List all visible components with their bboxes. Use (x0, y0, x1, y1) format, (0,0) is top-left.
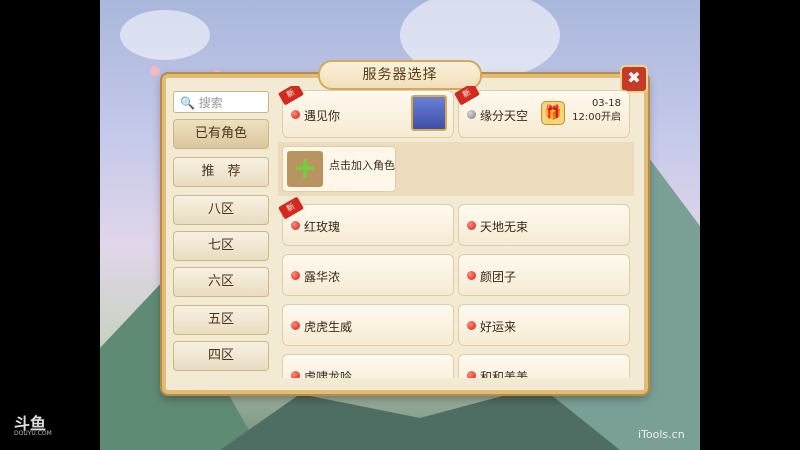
open-date: 03-18 (591, 98, 621, 109)
server-card[interactable]: 新 红玫瑰 (278, 196, 454, 246)
sidebar-item-label: 六区 (207, 274, 234, 289)
server-name: 好运来 (480, 320, 517, 334)
douyu-url: DOUYU.COM (14, 430, 52, 437)
server-name: 颜团子 (480, 270, 517, 284)
status-dot-icon (291, 110, 300, 119)
server-name: 和和美美 (480, 370, 529, 378)
status-dot-icon (291, 271, 300, 280)
status-dot-icon (467, 371, 476, 378)
status-dot-icon (467, 271, 476, 280)
server-name: 虎啸龙吟 (304, 370, 353, 378)
server-card[interactable]: 和和美美 (458, 354, 630, 378)
status-dot-icon (291, 371, 300, 378)
sidebar-item-label: 八区 (207, 202, 234, 217)
add-role-label: 点击加入角色 (329, 159, 395, 172)
cloud (120, 10, 210, 60)
sidebar-item-label: 五区 (207, 312, 234, 327)
sidebar-item-recommended[interactable]: 推 荐 (173, 157, 269, 187)
server-card[interactable]: 颜团子 (458, 254, 630, 296)
sidebar-item-label: 七区 (207, 238, 234, 253)
itools-watermark: iTools.cn (638, 428, 685, 441)
character-avatar (411, 95, 447, 131)
add-role-button[interactable]: + 点击加入角色 (282, 146, 396, 192)
sidebar-item-label: 推 荐 (201, 164, 241, 179)
server-name: 缘分天空 (480, 109, 529, 123)
sidebar-item-label: 四区 (207, 348, 234, 363)
new-badge: 新 (453, 86, 481, 106)
server-card[interactable]: 好运来 (458, 304, 630, 346)
new-badge: 新 (278, 86, 305, 106)
server-name: 红玫瑰 (304, 220, 341, 234)
server-card[interactable]: 虎啸龙吟 (282, 354, 454, 378)
sidebar-item-label: 已有角色 (194, 126, 247, 141)
sidebar-item-zone-6[interactable]: 六区 (173, 267, 269, 297)
new-badge: 新 (278, 196, 305, 220)
server-name: 遇见你 (304, 109, 341, 123)
recent-server-card[interactable]: 新 缘分天空 🎁 03-18 12:00开启 (453, 86, 630, 138)
status-dot-icon (291, 221, 300, 230)
sidebar-item-zone-7[interactable]: 七区 (173, 231, 269, 261)
status-dot-icon (291, 321, 300, 330)
sidebar-item-existing-roles[interactable]: 已有角色 (173, 119, 269, 149)
sidebar-item-zone-4[interactable]: 四区 (173, 341, 269, 371)
gift-icon: 🎁 (541, 101, 565, 125)
server-card[interactable]: 虎虎生威 (282, 304, 454, 346)
role-strip: + 点击加入角色 (278, 142, 634, 196)
blossom-decoration (150, 66, 160, 76)
plus-icon: + (287, 151, 323, 187)
status-dot-icon (467, 110, 476, 119)
status-dot-icon (467, 221, 476, 230)
sidebar-item-zone-8[interactable]: 八区 (173, 195, 269, 225)
search-input[interactable]: 🔍 搜索 (173, 91, 269, 113)
server-name: 虎虎生威 (304, 320, 353, 334)
server-name: 天地无束 (480, 220, 529, 234)
recent-server-card[interactable]: 新 遇见你 (278, 86, 454, 138)
server-list-area: 新 遇见你 新 缘分天空 🎁 03-18 12:00开启 + 点击加入角色 新 … (278, 86, 634, 378)
server-card[interactable]: 天地无束 (458, 204, 630, 246)
sidebar-item-zone-5[interactable]: 五区 (173, 305, 269, 335)
status-dot-icon (467, 321, 476, 330)
open-time-text: 12:00开启 (572, 112, 621, 123)
open-time: 03-18 12:00开启 (572, 97, 621, 125)
server-name: 露华浓 (304, 270, 341, 284)
server-card[interactable]: 露华浓 (282, 254, 454, 296)
